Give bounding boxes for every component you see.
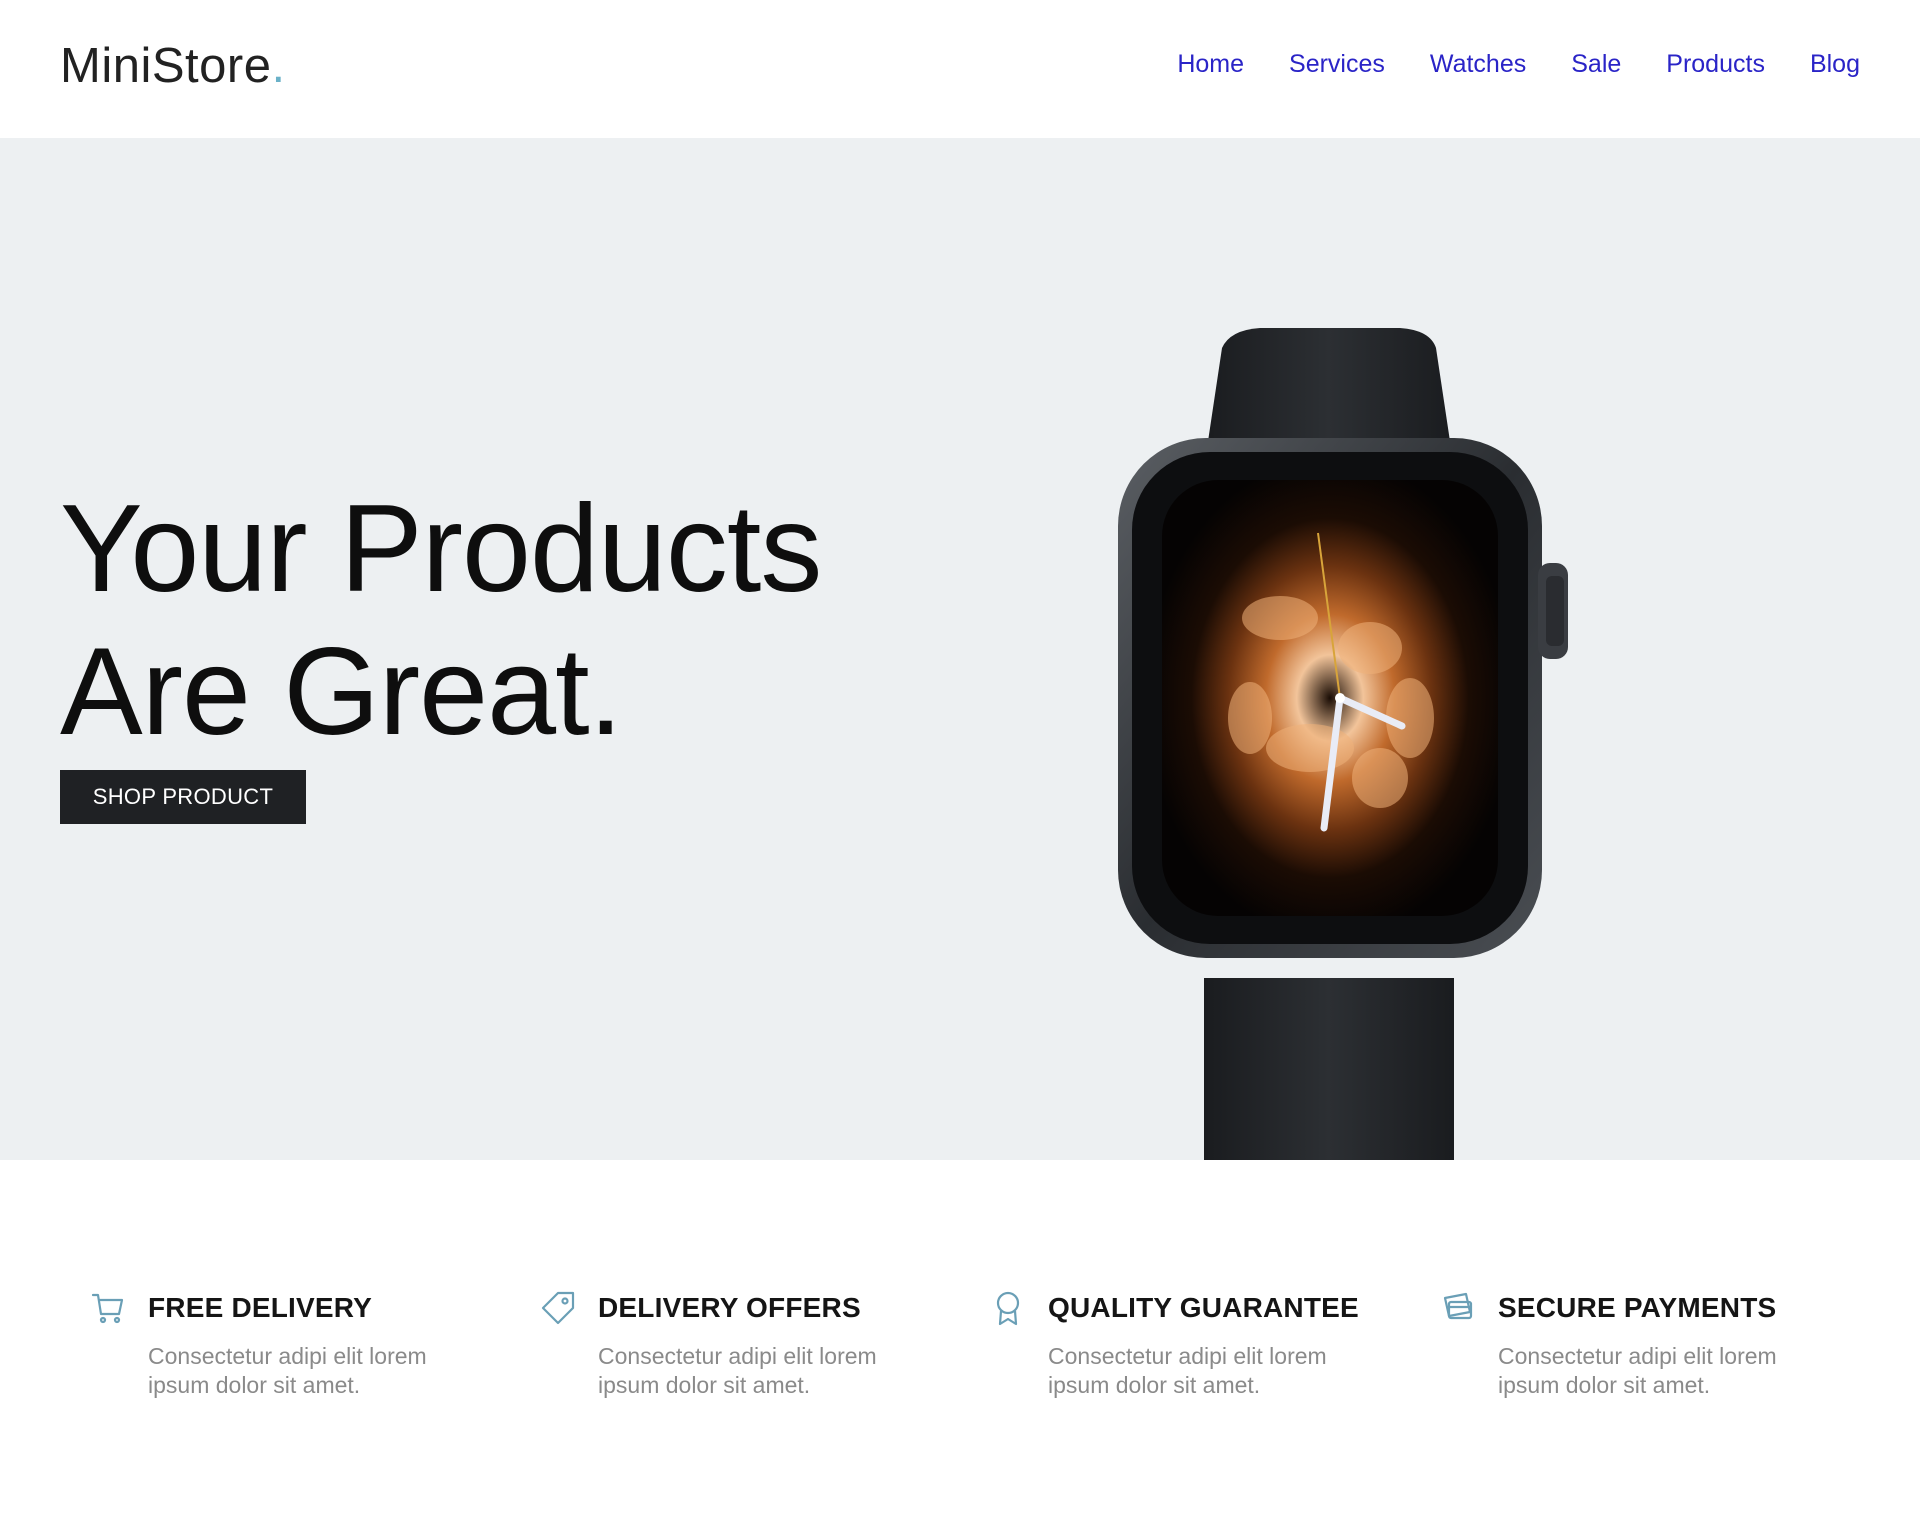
tag-icon <box>541 1291 575 1325</box>
feature-text: Consectetur adipi elit lorem ipsum dolor… <box>1048 1343 1327 1398</box>
feature-title: DELIVERY OFFERS <box>598 1292 861 1323</box>
feature-title: QUALITY GUARANTEE <box>1048 1292 1359 1323</box>
feature-title: FREE DELIVERY <box>148 1292 373 1323</box>
feature-text: Consectetur adipi elit lorem ipsum dolor… <box>598 1343 877 1398</box>
logo-text: MiniStore <box>60 39 272 93</box>
hero-title: Your Products Are Great. <box>60 478 822 764</box>
feature-text: Consectetur adipi elit lorem ipsum dolor… <box>1498 1343 1777 1398</box>
cart-icon <box>91 1293 124 1324</box>
nav-products-link[interactable]: Products <box>1666 50 1765 79</box>
logo-dot: . <box>271 39 286 93</box>
hero-title-line1: Your Products <box>60 480 822 618</box>
feature-title: SECURE PAYMENTS <box>1498 1292 1777 1323</box>
nav-services-link[interactable]: Services <box>1289 50 1385 79</box>
site-header: MiniStore. Home Services Watches Sale Pr… <box>0 0 1920 138</box>
nav-blog-link[interactable]: Blog <box>1810 50 1860 79</box>
shop-product-button[interactable]: SHOP PRODUCT <box>60 770 306 824</box>
hero-title-line2: Are Great. <box>60 623 623 761</box>
award-icon <box>996 1291 1020 1326</box>
card-icon <box>1443 1292 1473 1320</box>
features-section: FREE DELIVERY Consectetur adipi elit lor… <box>0 1160 1920 1536</box>
feature-text: Consectetur adipi elit lorem ipsum dolor… <box>148 1343 427 1398</box>
site-logo[interactable]: MiniStore. <box>60 38 286 94</box>
nav-home-link[interactable]: Home <box>1177 50 1244 79</box>
main-nav: Home Services Watches Sale Products Blog <box>1177 50 1860 79</box>
smartwatch-image <box>1118 328 1568 1160</box>
hero-section: Your Products Are Great. SHOP PRODUCT <box>0 138 1920 1160</box>
nav-watches-link[interactable]: Watches <box>1430 50 1526 79</box>
nav-sale-link[interactable]: Sale <box>1571 50 1621 79</box>
